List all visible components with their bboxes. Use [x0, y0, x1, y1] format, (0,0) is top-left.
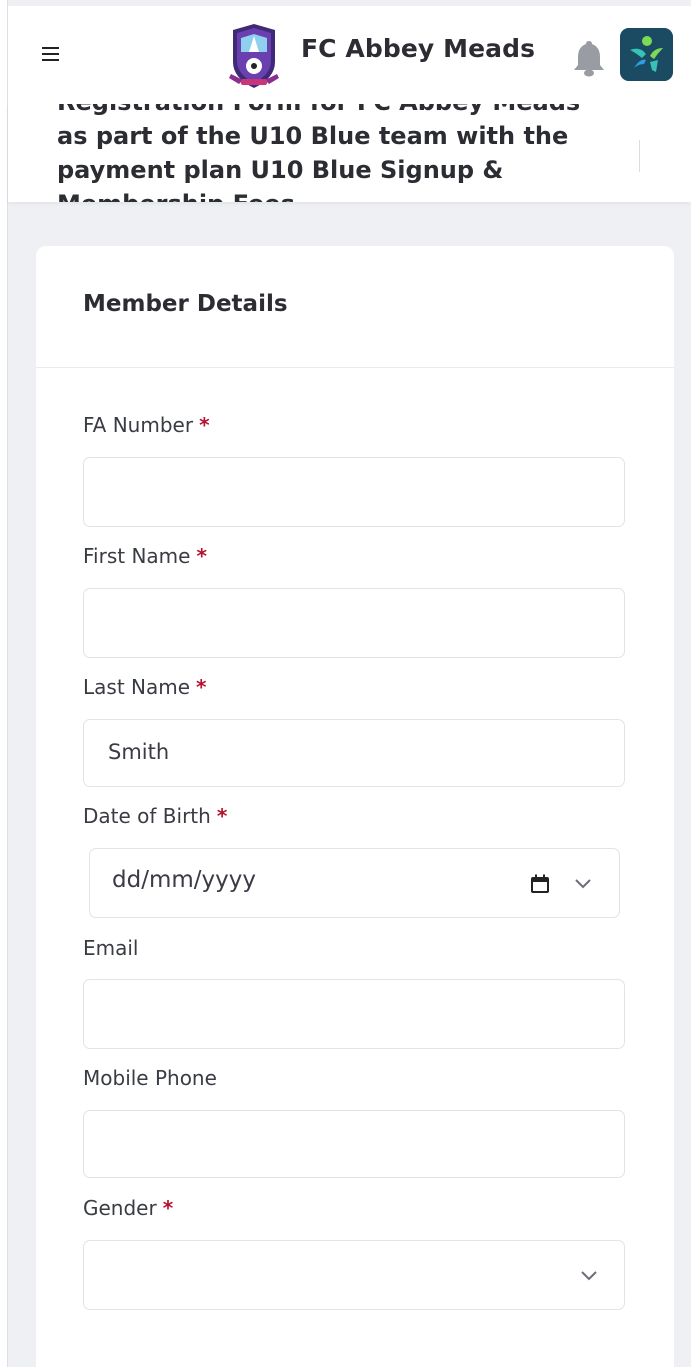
date-of-birth-input[interactable]: dd/mm/yyyy	[89, 848, 620, 918]
hamburger-menu-icon[interactable]	[42, 47, 60, 61]
last-name-label: Last Name *	[83, 675, 207, 699]
mobile-phone-label: Mobile Phone	[83, 1066, 217, 1090]
bell-icon[interactable]	[572, 37, 606, 77]
date-placeholder: dd/mm/yyyy	[112, 867, 256, 893]
date-of-birth-label-text: Date of Birth	[83, 804, 211, 828]
app-logo-icon[interactable]	[620, 28, 673, 81]
app-header: FC Abbey Meads	[8, 6, 691, 104]
member-details-card: Member Details FA Number * First Name * La…	[36, 246, 674, 1367]
mobile-phone-input[interactable]	[83, 1110, 625, 1178]
last-name-label-text: Last Name	[83, 675, 191, 699]
required-marker: *	[162, 1196, 174, 1220]
date-of-birth-label: Date of Birth *	[83, 804, 227, 828]
last-name-input[interactable]: Smith	[83, 719, 625, 787]
email-input[interactable]	[83, 979, 625, 1049]
gender-label-text: Gender	[83, 1196, 157, 1220]
required-marker: *	[196, 675, 207, 699]
required-marker: *	[216, 804, 228, 828]
chevron-down-icon[interactable]	[574, 878, 592, 890]
gender-label: Gender *	[83, 1196, 173, 1220]
email-label: Email	[83, 936, 139, 960]
left-edge-panel	[0, 0, 8, 1367]
last-name-value: Smith	[108, 740, 170, 764]
first-name-label-text: First Name	[83, 544, 191, 568]
chevron-down-icon[interactable]	[580, 1270, 598, 1282]
club-name: FC Abbey Meads	[301, 34, 536, 63]
fa-number-label: FA Number *	[83, 413, 210, 437]
required-marker: *	[196, 544, 207, 568]
page-title: Registration Form for FC Abbey Meads as …	[57, 104, 580, 202]
gender-select[interactable]	[83, 1240, 625, 1310]
card-header: Member Details	[36, 246, 674, 368]
registration-page: FC Abbey Meads Registration Form for FC …	[0, 0, 691, 1367]
first-name-label: First Name *	[83, 544, 207, 568]
mobile-phone-label-text: Mobile Phone	[83, 1066, 217, 1090]
title-divider	[639, 140, 640, 172]
section-title: Member Details	[83, 291, 288, 317]
calendar-icon[interactable]	[530, 874, 550, 894]
email-label-text: Email	[83, 936, 139, 960]
required-marker: *	[199, 413, 210, 437]
fa-number-input[interactable]	[83, 457, 625, 527]
fa-number-label-text: FA Number	[83, 413, 194, 437]
first-name-input[interactable]	[83, 588, 625, 658]
club-crest-logo[interactable]	[227, 22, 281, 90]
page-title-bar: Registration Form for FC Abbey Meads as …	[8, 104, 691, 202]
